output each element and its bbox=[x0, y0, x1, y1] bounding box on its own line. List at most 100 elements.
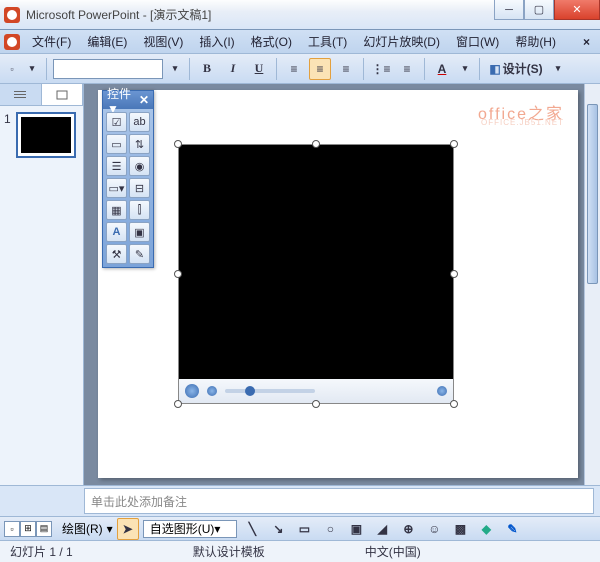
resize-handle-ml[interactable] bbox=[174, 270, 182, 278]
resize-handle-tl[interactable] bbox=[174, 140, 182, 148]
menu-file[interactable]: 文件(F) bbox=[26, 31, 77, 52]
controls-toolbox[interactable]: 控件 ▼ ✕ ☑ ab ▭ ⇅ ☰ ◉ ▭▾ ⊟ ▦ ⫿ A ▣ ⚒ ✎ bbox=[102, 90, 154, 268]
slide-thumbnail-1[interactable]: 1 bbox=[4, 112, 79, 158]
arrow-tool[interactable]: ↘ bbox=[267, 518, 289, 540]
draw-menu[interactable]: 绘图(R) bbox=[62, 520, 103, 537]
slides-icon bbox=[56, 90, 68, 100]
app-title: Microsoft PowerPoint - [演示文稿1] bbox=[26, 6, 211, 23]
seek-bar[interactable] bbox=[225, 389, 315, 393]
font-selector[interactable] bbox=[53, 59, 163, 79]
panel-tabs bbox=[0, 84, 83, 106]
fill-color-tool[interactable]: ◆ bbox=[475, 518, 497, 540]
menu-tools[interactable]: 工具(T) bbox=[302, 31, 353, 52]
toolbox-header[interactable]: 控件 ▼ ✕ bbox=[103, 91, 153, 109]
bold-button[interactable]: B bbox=[196, 58, 218, 80]
wordart-tool[interactable]: ◢ bbox=[371, 518, 393, 540]
align-center-button[interactable]: ≡ bbox=[309, 58, 331, 80]
tool-list[interactable]: ☰ bbox=[106, 156, 127, 176]
diagram-tool[interactable]: ⊕ bbox=[397, 518, 419, 540]
tool-more[interactable]: ⚒ bbox=[106, 244, 127, 264]
vertical-scrollbar[interactable] bbox=[584, 84, 600, 485]
menu-help[interactable]: 帮助(H) bbox=[509, 31, 562, 52]
oval-tool[interactable]: ○ bbox=[319, 518, 341, 540]
separator bbox=[479, 58, 480, 80]
resize-handle-br[interactable] bbox=[450, 400, 458, 408]
underline-button[interactable]: U bbox=[248, 58, 270, 80]
resize-handle-tm[interactable] bbox=[312, 140, 320, 148]
line-tool[interactable]: ╲ bbox=[241, 518, 263, 540]
resize-handle-tr[interactable] bbox=[450, 140, 458, 148]
menu-view[interactable]: 视图(V) bbox=[137, 31, 189, 52]
toolbar-dropdown[interactable]: ▾ bbox=[24, 58, 40, 80]
menu-window[interactable]: 窗口(W) bbox=[450, 31, 505, 52]
toolbox-close-icon[interactable]: ✕ bbox=[139, 93, 149, 107]
status-bar: 幻灯片 1 / 1 默认设计模板 中文(中国) bbox=[0, 540, 600, 562]
toolbar-overflow[interactable]: ▾ bbox=[550, 58, 566, 80]
play-button[interactable] bbox=[185, 384, 199, 398]
separator bbox=[363, 58, 364, 80]
resize-handle-mr[interactable] bbox=[450, 270, 458, 278]
design-button[interactable]: ◧设计(S) bbox=[486, 58, 546, 80]
slides-tab[interactable] bbox=[42, 84, 84, 105]
picture-tool[interactable]: ▩ bbox=[449, 518, 471, 540]
tool-spin[interactable]: ⇅ bbox=[129, 134, 150, 154]
clipart-tool[interactable]: ☺ bbox=[423, 518, 445, 540]
workspace: 1 office之家 OFFICE.JB51.NET bbox=[0, 84, 600, 486]
font-color-dropdown[interactable]: ▾ bbox=[457, 58, 473, 80]
menu-bar: 文件(F) 编辑(E) 视图(V) 插入(I) 格式(O) 工具(T) 幻灯片放… bbox=[0, 30, 600, 54]
slide-number: 1 bbox=[4, 112, 12, 158]
tool-image[interactable]: ▣ bbox=[129, 222, 150, 242]
tool-label[interactable]: A bbox=[106, 222, 127, 242]
normal-view-button[interactable]: ▫ bbox=[4, 521, 20, 537]
textbox-tool[interactable]: ▣ bbox=[345, 518, 367, 540]
slideshow-view-button[interactable]: ▤ bbox=[36, 521, 52, 537]
line-color-tool[interactable]: ✎ bbox=[501, 518, 523, 540]
close-button[interactable]: ✕ bbox=[554, 0, 600, 20]
stop-button[interactable] bbox=[207, 386, 217, 396]
bullets-button[interactable]: ≡ bbox=[396, 58, 418, 80]
italic-button[interactable]: I bbox=[222, 58, 244, 80]
resize-handle-bl[interactable] bbox=[174, 400, 182, 408]
numbered-list-button[interactable]: ⋮≡ bbox=[370, 58, 392, 80]
status-slide: 幻灯片 1 / 1 bbox=[10, 543, 73, 560]
tool-combo[interactable]: ▭▾ bbox=[106, 178, 127, 198]
thumbnail-image bbox=[16, 112, 76, 158]
scrollbar-thumb[interactable] bbox=[587, 104, 598, 284]
tool-radio[interactable]: ◉ bbox=[129, 156, 150, 176]
doc-icon[interactable] bbox=[4, 34, 20, 50]
align-right-button[interactable]: ≡ bbox=[335, 58, 357, 80]
media-player-object[interactable] bbox=[178, 144, 454, 404]
close-doc-button[interactable]: × bbox=[577, 35, 596, 49]
menu-insert[interactable]: 插入(I) bbox=[193, 31, 240, 52]
toolbox-grid: ☑ ab ▭ ⇅ ☰ ◉ ▭▾ ⊟ ▦ ⫿ A ▣ ⚒ ✎ bbox=[103, 109, 153, 267]
font-color-button[interactable]: A bbox=[431, 58, 453, 80]
drawing-toolbar: ▫ ⊞ ▤ 绘图(R)▾ ➤ 自选图形(U) ▾ ╲ ↘ ▭ ○ ▣ ◢ ⊕ ☺… bbox=[0, 516, 600, 540]
autoshapes-menu[interactable]: 自选图形(U) ▾ bbox=[143, 520, 238, 538]
menu-slideshow[interactable]: 幻灯片放映(D) bbox=[357, 31, 446, 52]
outline-tab[interactable] bbox=[0, 84, 42, 105]
rect-tool[interactable]: ▭ bbox=[293, 518, 315, 540]
font-dropdown[interactable]: ▾ bbox=[167, 58, 183, 80]
slide-canvas[interactable]: office之家 OFFICE.JB51.NET 控件 bbox=[84, 84, 600, 485]
new-button[interactable]: ▫ bbox=[4, 58, 20, 80]
tool-button[interactable]: ▭ bbox=[106, 134, 127, 154]
watermark-sub: OFFICE.JB51.NET bbox=[481, 118, 564, 127]
tool-toggle[interactable]: ⊟ bbox=[129, 178, 150, 198]
volume-button[interactable] bbox=[437, 386, 447, 396]
sorter-view-button[interactable]: ⊞ bbox=[20, 521, 36, 537]
pointer-tool[interactable]: ➤ bbox=[117, 518, 139, 540]
status-language[interactable]: 中文(中国) bbox=[365, 543, 421, 560]
view-buttons: ▫ ⊞ ▤ bbox=[4, 521, 52, 537]
align-left-button[interactable]: ≡ bbox=[283, 58, 305, 80]
tool-checkbox[interactable]: ☑ bbox=[106, 112, 127, 132]
maximize-button[interactable]: ▢ bbox=[524, 0, 554, 20]
tool-textbox[interactable]: ab bbox=[129, 112, 150, 132]
tool-frame[interactable]: ▦ bbox=[106, 200, 127, 220]
notes-pane[interactable]: 单击此处添加备注 bbox=[84, 488, 594, 514]
resize-handle-bm[interactable] bbox=[312, 400, 320, 408]
menu-format[interactable]: 格式(O) bbox=[245, 31, 298, 52]
minimize-button[interactable]: ─ bbox=[494, 0, 524, 20]
tool-scroll[interactable]: ⫿ bbox=[129, 200, 150, 220]
tool-hammer[interactable]: ✎ bbox=[129, 244, 150, 264]
menu-edit[interactable]: 编辑(E) bbox=[81, 31, 133, 52]
